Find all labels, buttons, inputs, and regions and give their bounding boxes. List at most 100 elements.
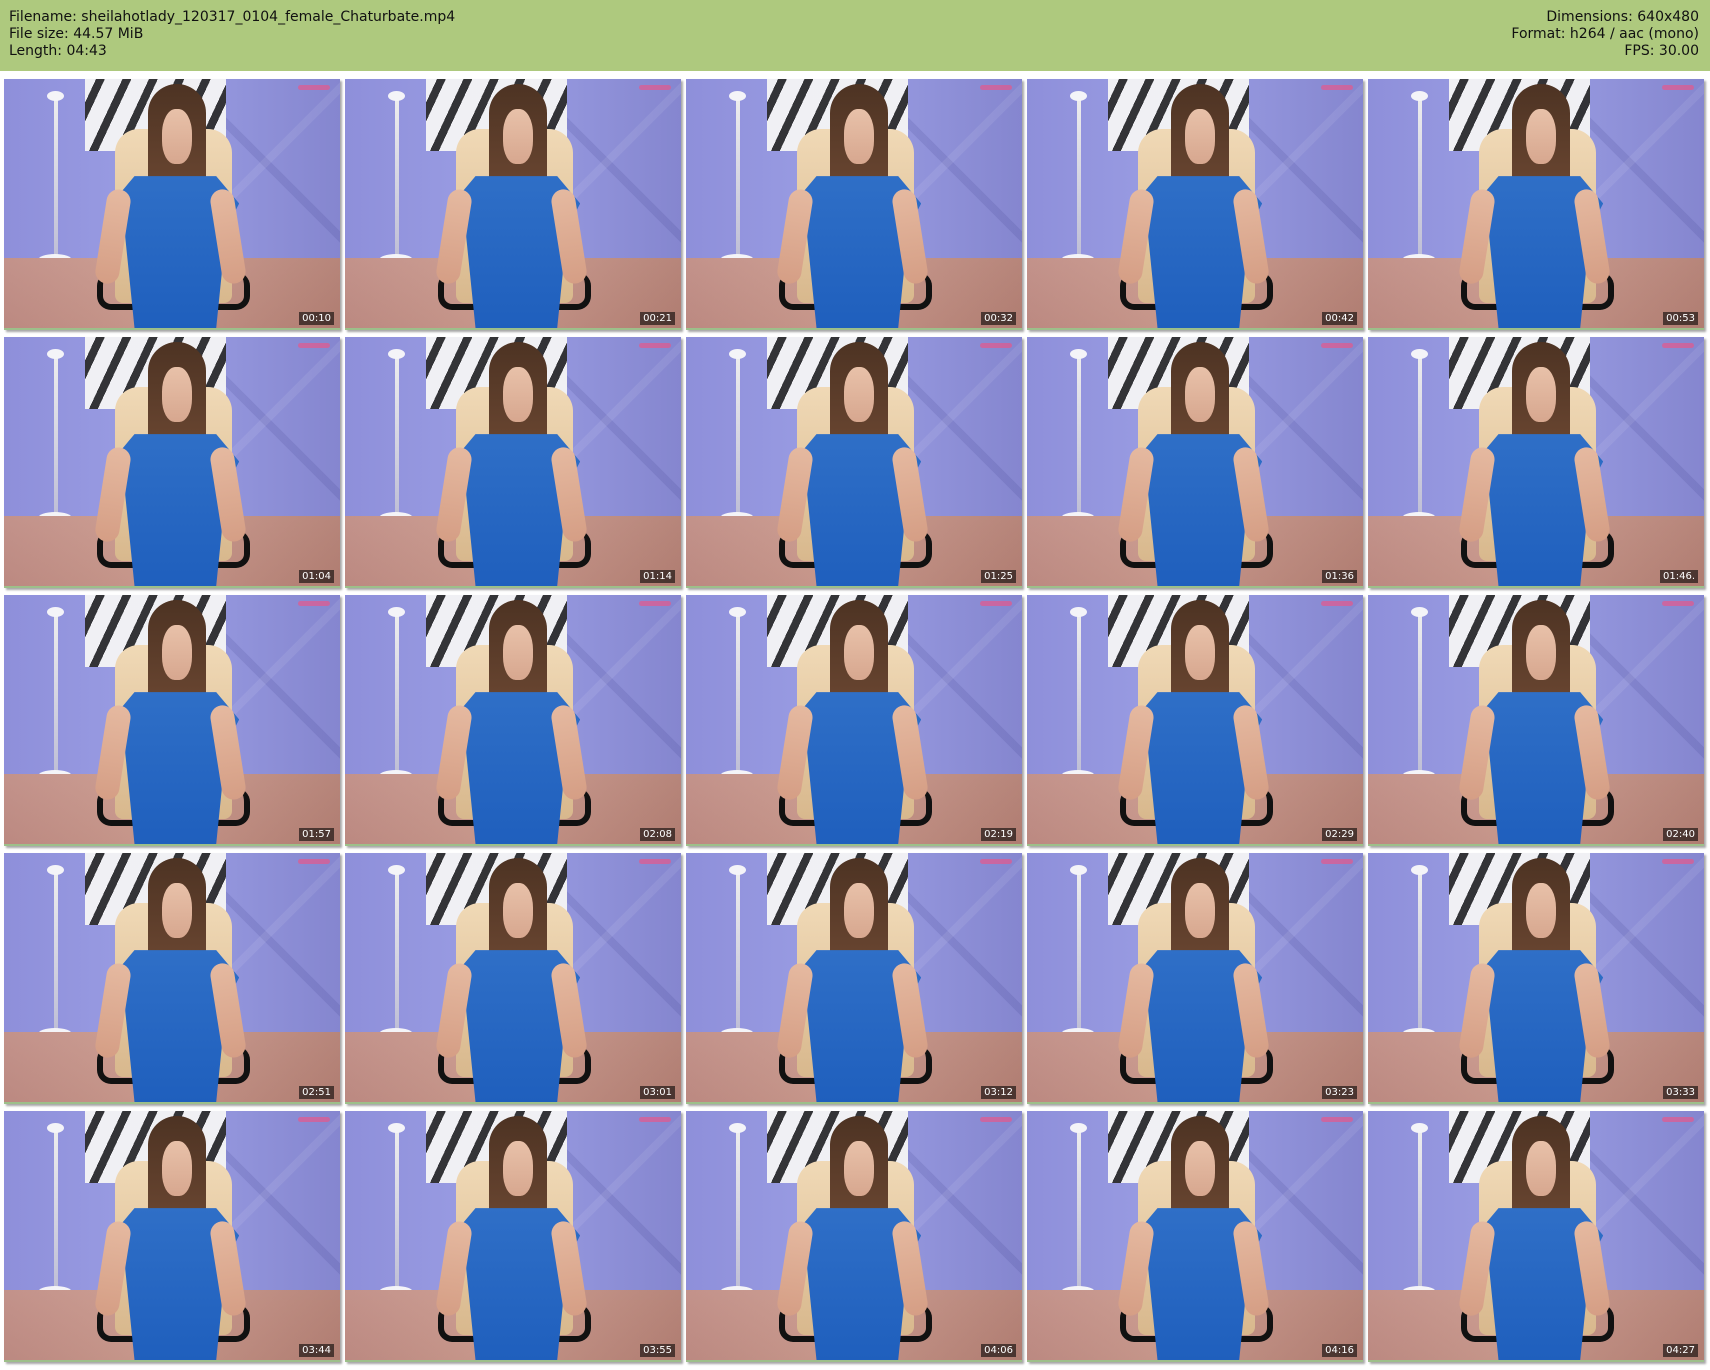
video-still	[686, 337, 1022, 586]
thumbnail-frame: 00:10	[4, 79, 340, 330]
thumbnail-frame: 00:42	[1027, 79, 1363, 330]
video-still	[4, 79, 340, 328]
person-face	[502, 366, 534, 422]
thumbnail-frame: 02:29	[1027, 595, 1363, 846]
person-face	[161, 624, 193, 680]
person-face	[502, 882, 534, 938]
video-still	[4, 1111, 340, 1360]
video-still	[345, 79, 681, 328]
thumbnail-frame: 01:14	[345, 337, 681, 588]
lamp-icon	[38, 865, 73, 1041]
timestamp-label: 02:51	[299, 1086, 334, 1099]
filesize-line: File size: 44.57 MiB	[9, 26, 144, 42]
lamp-icon	[1061, 91, 1096, 267]
person-face	[843, 1140, 875, 1196]
video-still	[686, 79, 1022, 328]
watermark-mark	[298, 601, 330, 606]
lamp-icon	[720, 865, 755, 1041]
video-still	[4, 853, 340, 1102]
video-still	[345, 337, 681, 586]
watermark-mark	[1321, 85, 1353, 90]
thumbnail-frame: 01:25	[686, 337, 1022, 588]
person-face	[161, 882, 193, 938]
watermark-mark	[980, 343, 1012, 348]
watermark-mark	[1321, 601, 1353, 606]
person-face	[1525, 882, 1557, 938]
watermark-mark	[1662, 85, 1694, 90]
watermark-mark	[1321, 343, 1353, 348]
video-still	[1027, 337, 1363, 586]
thumbnail-frame: 02:19	[686, 595, 1022, 846]
watermark-mark	[639, 601, 671, 606]
lamp-icon	[1061, 607, 1096, 783]
timestamp-label: 01:57	[299, 828, 334, 841]
timestamp-label: 01:36	[1322, 570, 1357, 583]
thumbnail-frame: 01:36	[1027, 337, 1363, 588]
thumbnail-frame: 03:55	[345, 1111, 681, 1362]
person-face	[161, 366, 193, 422]
video-still	[686, 1111, 1022, 1360]
timestamp-label: 04:06	[981, 1344, 1016, 1357]
person-face	[1525, 108, 1557, 164]
lamp-icon	[1061, 349, 1096, 525]
person-face	[502, 108, 534, 164]
watermark-mark	[298, 1117, 330, 1122]
timestamp-label: 04:27	[1663, 1344, 1698, 1357]
thumbnail-frame: 01:57	[4, 595, 340, 846]
lamp-icon	[379, 91, 414, 267]
lamp-icon	[1402, 1123, 1437, 1299]
watermark-mark	[1662, 601, 1694, 606]
person-face	[502, 1140, 534, 1196]
timestamp-label: 01:25	[981, 570, 1016, 583]
person-face	[502, 624, 534, 680]
thumbnail-frame: 03:12	[686, 853, 1022, 1104]
timestamp-label: 00:21	[640, 312, 675, 325]
thumbnail-frame: 03:44	[4, 1111, 340, 1362]
person-face	[843, 366, 875, 422]
person-face	[843, 624, 875, 680]
timestamp-label: 02:40	[1663, 828, 1698, 841]
watermark-mark	[639, 343, 671, 348]
thumbnail-grid: 00:10 00:21 00:32 00:42 00:53 01:04 01:14 01:25…	[4, 79, 1706, 1363]
thumbnail-frame: 01:04	[4, 337, 340, 588]
person-face	[1184, 624, 1216, 680]
lamp-icon	[1061, 865, 1096, 1041]
video-still	[1027, 1111, 1363, 1360]
lamp-icon	[379, 865, 414, 1041]
lamp-icon	[38, 607, 73, 783]
thumbnail-frame: 03:33	[1368, 853, 1704, 1104]
lamp-icon	[38, 349, 73, 525]
timestamp-label: 01:14	[640, 570, 675, 583]
video-still	[345, 595, 681, 844]
video-still	[1027, 853, 1363, 1102]
timestamp-label: 03:23	[1322, 1086, 1357, 1099]
lamp-icon	[720, 607, 755, 783]
watermark-mark	[639, 85, 671, 90]
video-still	[4, 595, 340, 844]
person-face	[1184, 108, 1216, 164]
watermark-mark	[1321, 859, 1353, 864]
video-still	[1368, 1111, 1704, 1360]
timestamp-label: 00:10	[299, 312, 334, 325]
video-still	[4, 337, 340, 586]
thumbnail-frame: 03:23	[1027, 853, 1363, 1104]
timestamp-label: 02:08	[640, 828, 675, 841]
filename-line: Filename: sheilahotlady_120317_0104_fema…	[9, 9, 456, 25]
video-still	[1368, 79, 1704, 328]
watermark-mark	[1662, 343, 1694, 348]
person-face	[1184, 1140, 1216, 1196]
person-face	[1184, 882, 1216, 938]
timestamp-label: 00:53	[1663, 312, 1698, 325]
lamp-icon	[379, 607, 414, 783]
person-face	[161, 108, 193, 164]
lamp-icon	[38, 1123, 73, 1299]
timestamp-label: 02:19	[981, 828, 1016, 841]
person-face	[1525, 1140, 1557, 1196]
lamp-icon	[720, 91, 755, 267]
dimensions-line: Dimensions: 640x480	[1546, 9, 1699, 25]
thumbnail-frame: 02:08	[345, 595, 681, 846]
watermark-mark	[298, 343, 330, 348]
watermark-mark	[980, 1117, 1012, 1122]
lamp-icon	[379, 1123, 414, 1299]
lamp-icon	[1402, 349, 1437, 525]
